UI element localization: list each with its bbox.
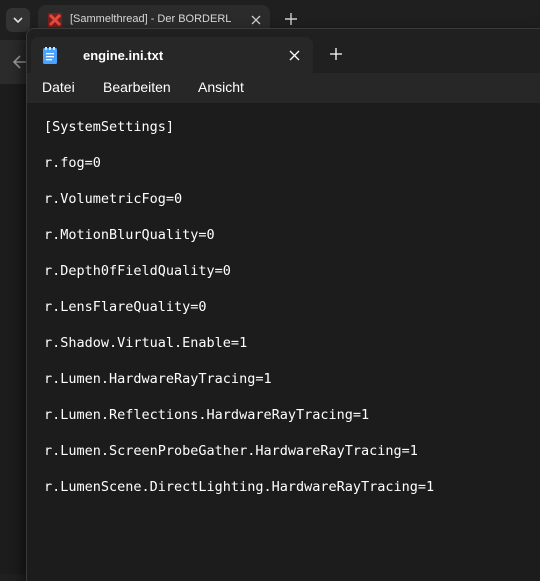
notepad-tab-title: engine.ini.txt [83,48,164,63]
site-favicon-icon [48,13,62,27]
browser-new-tab-button[interactable] [282,10,300,28]
notepad-tab-bar: engine.ini.txt [27,29,540,73]
text-line: r.LensFlareQuality=0 [44,299,207,315]
text-line: r.MotionBlurQuality=0 [44,227,215,243]
notepad-menu-bar: Datei Bearbeiten Ansicht [27,73,540,103]
text-line: r.fog=0 [44,155,101,171]
text-line: r.Lumen.Reflections.HardwareRayTracing=1 [44,407,370,423]
text-line: r.Lumen.ScreenProbeGather.HardwareRayTra… [44,443,418,459]
chevron-down-icon [13,17,23,24]
text-line: r.Depth0fFieldQuality=0 [44,263,231,279]
text-line: r.Lumen.HardwareRayTracing=1 [44,371,272,387]
notepad-tab[interactable]: engine.ini.txt [31,37,313,73]
close-icon [289,50,299,60]
text-line: r.Shadow.Virtual.Enable=1 [44,335,248,351]
text-line: r.VolumetricFog=0 [44,191,183,207]
close-icon [251,15,261,25]
notepad-file-icon [43,47,57,64]
menu-ansicht[interactable]: Ansicht [194,79,248,95]
browser-tab-title: [Sammelthread] - Der BORDERL [70,13,232,25]
plus-icon [285,13,297,25]
browser-tab-close-button[interactable] [248,12,264,28]
menu-datei[interactable]: Datei [38,79,79,95]
menu-bearbeiten[interactable]: Bearbeiten [99,79,175,95]
text-line: [SystemSettings] [44,119,175,135]
notepad-new-tab-button[interactable] [327,45,345,63]
notepad-tab-close-button[interactable] [285,46,303,64]
plus-icon [330,48,342,60]
notepad-window: engine.ini.txt Datei Bearbeiten Ansicht … [26,28,540,581]
text-editor-area[interactable]: [SystemSettings] r.fog=0 r.VolumetricFog… [27,103,540,581]
text-line: r.LumenScene.DirectLighting.HardwareRayT… [44,479,435,495]
